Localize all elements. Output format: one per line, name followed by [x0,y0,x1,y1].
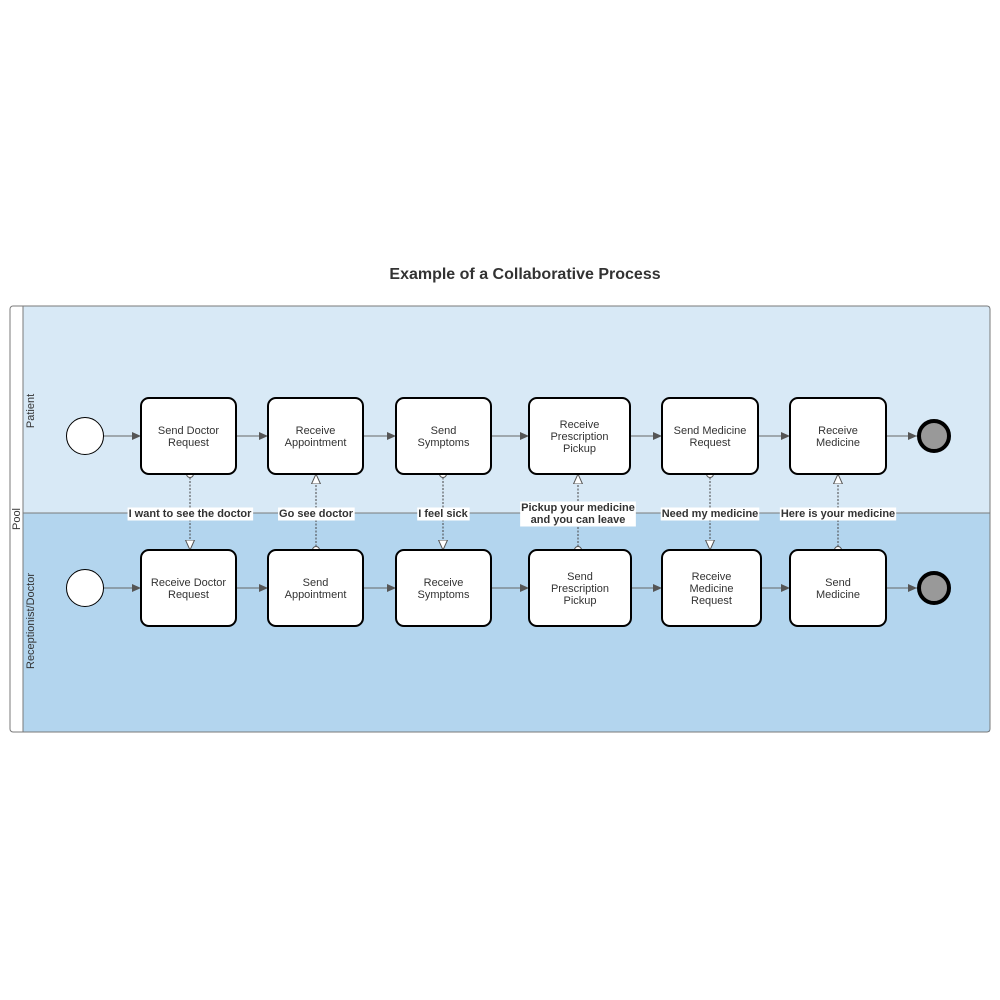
message-label-6: Here is your medicine [779,507,897,521]
task-receptionist-6[interactable]: Send Medicine [789,549,887,627]
task-label: Receive Medicine Request [689,571,733,607]
message-label-text: Need my medicine [662,508,759,520]
message-label-text: Go see doctor [279,508,354,520]
task-receptionist-4[interactable]: Send Prescription Pickup [528,549,632,627]
end-event-receptionist[interactable] [917,571,951,605]
task-patient-3[interactable]: Send Symptoms [395,397,492,475]
pool-label: Pool [11,508,23,530]
bpmn-diagram: Send Doctor Request Receive Appointment Send… [9,305,991,733]
message-label-text: I feel sick [418,508,468,520]
task-label: Receive Symptoms [418,577,470,601]
message-label-4: Pickup your medicine and you can leave [520,501,636,527]
message-label-1: I want to see the doctor [127,507,254,521]
end-event-patient[interactable] [917,419,951,453]
task-receptionist-2[interactable]: Send Appointment [267,549,364,627]
message-label-text: I want to see the doctor [129,508,253,520]
message-label-text: Here is your medicine [781,508,895,520]
task-receptionist-3[interactable]: Receive Symptoms [395,549,492,627]
message-label-3: I feel sick [417,507,470,521]
task-patient-1[interactable]: Send Doctor Request [140,397,237,475]
message-label-text: Pickup your medicine and you can leave [521,502,635,526]
task-label: Receive Medicine [816,425,860,449]
lane-label-receptionist-doctor: Receptionist/Doctor [25,573,37,669]
task-patient-4[interactable]: Receive Prescription Pickup [528,397,631,475]
start-event-patient[interactable] [66,417,104,455]
lane-label-patient: Patient [25,394,37,428]
message-label-5: Need my medicine [660,507,760,521]
task-patient-5[interactable]: Send Medicine Request [661,397,759,475]
task-receptionist-1[interactable]: Receive Doctor Request [140,549,237,627]
start-event-receptionist[interactable] [66,569,104,607]
task-receptionist-5[interactable]: Receive Medicine Request [661,549,762,627]
message-label-2: Go see doctor [278,507,355,521]
task-patient-2[interactable]: Receive Appointment [267,397,364,475]
task-patient-6[interactable]: Receive Medicine [789,397,887,475]
